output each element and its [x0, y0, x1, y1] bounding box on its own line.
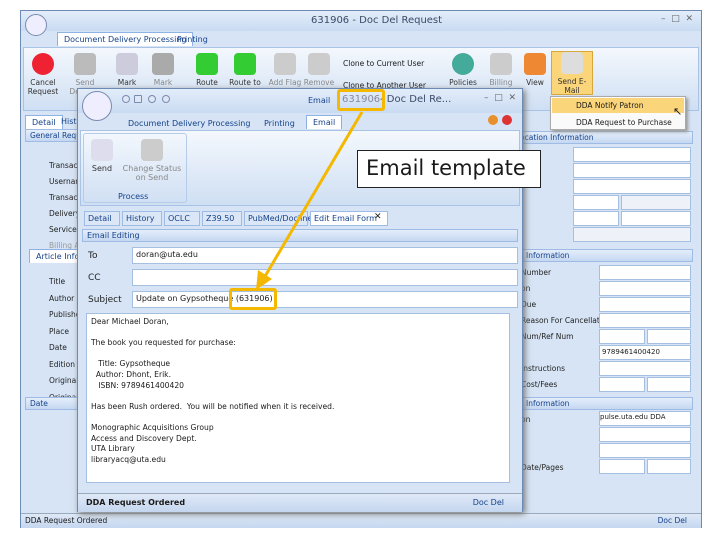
- callout-label: Email template: [357, 150, 541, 188]
- callout-arrow: [256, 111, 364, 290]
